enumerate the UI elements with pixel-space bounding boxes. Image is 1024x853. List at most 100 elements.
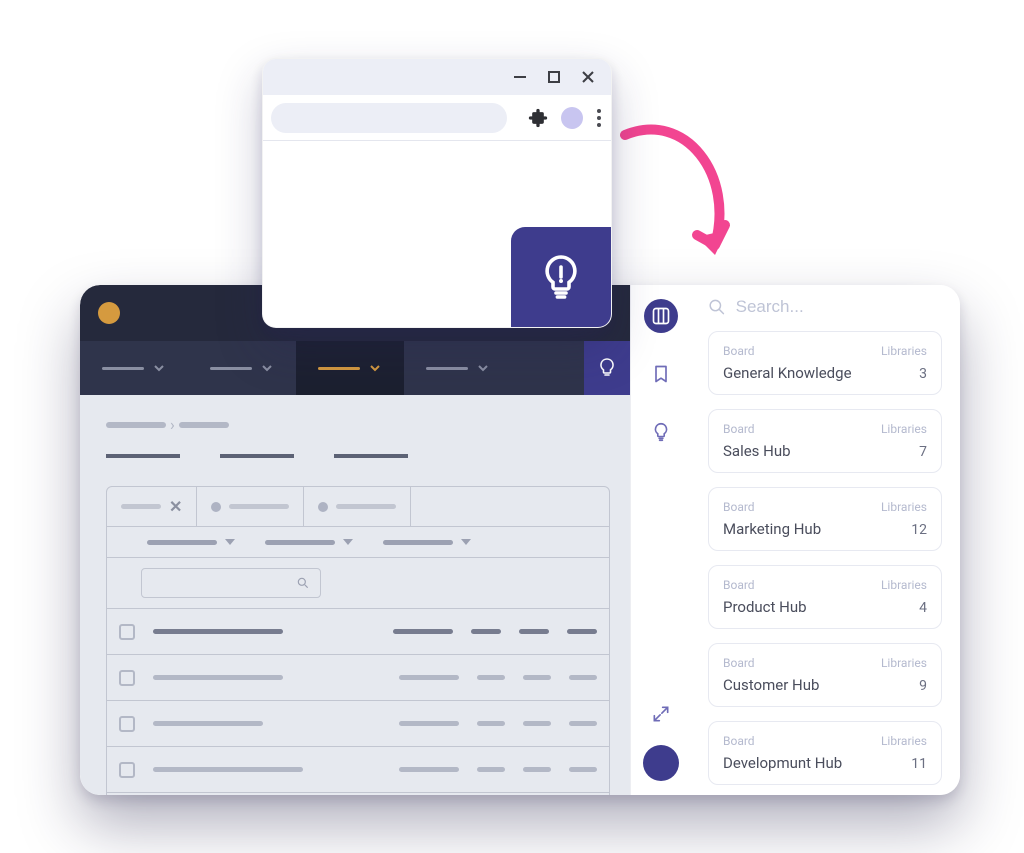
lightbulb-icon bbox=[595, 356, 619, 380]
sidebar-rail bbox=[630, 285, 690, 795]
boards-panel: Board Libraries General Knowledge 3 Boar… bbox=[690, 285, 960, 795]
chevron-down-icon bbox=[476, 361, 490, 375]
chevron-down-icon bbox=[368, 361, 382, 375]
board-library-count: 11 bbox=[911, 756, 927, 772]
boards-icon bbox=[651, 306, 671, 326]
subtab[interactable] bbox=[220, 448, 294, 458]
filter-chip[interactable] bbox=[197, 487, 304, 526]
browser-menu-button[interactable] bbox=[597, 109, 601, 127]
window-maximize-button[interactable] bbox=[545, 68, 563, 86]
browser-toolbar bbox=[263, 95, 611, 141]
extension-launcher[interactable] bbox=[511, 227, 611, 327]
caret-down-icon bbox=[225, 539, 235, 545]
puzzle-icon bbox=[528, 108, 548, 128]
filter-select[interactable] bbox=[265, 539, 353, 545]
browser-titlebar bbox=[263, 59, 611, 95]
content-subtabs bbox=[106, 448, 610, 458]
extensions-button[interactable] bbox=[527, 107, 549, 129]
bookmark-icon bbox=[651, 364, 671, 384]
breadcrumb: › bbox=[106, 415, 610, 434]
boards-search[interactable] bbox=[708, 297, 942, 317]
board-library-count: 12 bbox=[911, 522, 927, 538]
subtab[interactable] bbox=[334, 448, 408, 458]
filter-chip[interactable]: ✕ bbox=[107, 487, 197, 526]
window-close-button[interactable] bbox=[579, 68, 597, 86]
app-logo[interactable] bbox=[98, 302, 120, 324]
board-label: Board bbox=[723, 578, 755, 592]
row-checkbox[interactable] bbox=[119, 670, 135, 686]
board-card[interactable]: Board Libraries Customer Hub 9 bbox=[708, 643, 942, 707]
minimize-icon bbox=[512, 69, 528, 85]
board-label: Board bbox=[723, 500, 755, 514]
subtab[interactable] bbox=[106, 448, 180, 458]
chevron-down-icon bbox=[152, 361, 166, 375]
board-card[interactable]: Board Libraries Product Hub 4 bbox=[708, 565, 942, 629]
board-label: Board bbox=[723, 344, 755, 358]
remove-chip-icon[interactable]: ✕ bbox=[169, 497, 182, 516]
rail-user-avatar[interactable] bbox=[643, 745, 679, 781]
boards-search-input[interactable] bbox=[736, 297, 942, 317]
data-table bbox=[107, 609, 609, 795]
table-row[interactable] bbox=[107, 655, 609, 701]
libraries-label: Libraries bbox=[881, 578, 927, 592]
table-row[interactable] bbox=[107, 747, 609, 793]
table-row[interactable] bbox=[107, 793, 609, 795]
select-all-checkbox[interactable] bbox=[119, 624, 135, 640]
filter-select[interactable] bbox=[383, 539, 471, 545]
filter-select[interactable] bbox=[147, 539, 235, 545]
board-name: Customer Hub bbox=[723, 676, 819, 694]
libraries-label: Libraries bbox=[881, 734, 927, 748]
board-name: Product Hub bbox=[723, 598, 807, 616]
browser-popup bbox=[262, 58, 612, 328]
rail-bookmark-button[interactable] bbox=[644, 357, 678, 391]
libraries-label: Libraries bbox=[881, 344, 927, 358]
nav-tab-active[interactable] bbox=[296, 341, 404, 395]
board-name: Marketing Hub bbox=[723, 520, 821, 538]
board-label: Board bbox=[723, 422, 755, 436]
libraries-label: Libraries bbox=[881, 656, 927, 670]
table-search-input[interactable] bbox=[141, 568, 321, 598]
window-minimize-button[interactable] bbox=[511, 68, 529, 86]
board-library-count: 4 bbox=[919, 600, 927, 616]
url-bar[interactable] bbox=[271, 103, 507, 133]
close-icon bbox=[580, 69, 596, 85]
table-row[interactable] bbox=[107, 701, 609, 747]
board-card[interactable]: Board Libraries Developmunt Hub 11 bbox=[708, 721, 942, 785]
rail-ideas-button[interactable] bbox=[644, 415, 678, 449]
board-name: General Knowledge bbox=[723, 364, 852, 382]
nav-tab[interactable] bbox=[404, 341, 512, 395]
board-library-count: 7 bbox=[919, 444, 927, 460]
caret-down-icon bbox=[461, 539, 471, 545]
caret-down-icon bbox=[343, 539, 353, 545]
board-card[interactable]: Board Libraries Marketing Hub 12 bbox=[708, 487, 942, 551]
sidebar-toggle-bulb[interactable] bbox=[584, 341, 630, 395]
nav-tab[interactable] bbox=[80, 341, 188, 395]
content-dimmed-overlay: › ✕ bbox=[80, 395, 630, 795]
guide-arrow bbox=[615, 115, 755, 275]
filter-chip[interactable] bbox=[304, 487, 411, 526]
table-search-row bbox=[107, 558, 609, 609]
search-icon bbox=[708, 297, 726, 317]
profile-avatar[interactable] bbox=[561, 107, 583, 129]
board-card[interactable]: Board Libraries Sales Hub 7 bbox=[708, 409, 942, 473]
filter-chip-row: ✕ bbox=[107, 487, 609, 527]
lightbulb-icon bbox=[650, 421, 672, 443]
board-name: Sales Hub bbox=[723, 442, 791, 460]
chevron-down-icon bbox=[260, 361, 274, 375]
nav-tabs bbox=[80, 341, 630, 395]
data-panel: ✕ bbox=[106, 486, 610, 795]
board-label: Board bbox=[723, 734, 755, 748]
board-label: Board bbox=[723, 656, 755, 670]
row-checkbox[interactable] bbox=[119, 762, 135, 778]
filter-selects-row bbox=[107, 527, 609, 558]
expand-icon bbox=[651, 704, 671, 724]
maximize-icon bbox=[547, 70, 561, 84]
rail-boards-button[interactable] bbox=[644, 299, 678, 333]
rail-expand-button[interactable] bbox=[644, 697, 678, 731]
board-card[interactable]: Board Libraries General Knowledge 3 bbox=[708, 331, 942, 395]
board-library-count: 3 bbox=[919, 366, 927, 382]
row-checkbox[interactable] bbox=[119, 716, 135, 732]
lightbulb-icon bbox=[537, 253, 585, 301]
nav-tab[interactable] bbox=[188, 341, 296, 395]
libraries-label: Libraries bbox=[881, 500, 927, 514]
